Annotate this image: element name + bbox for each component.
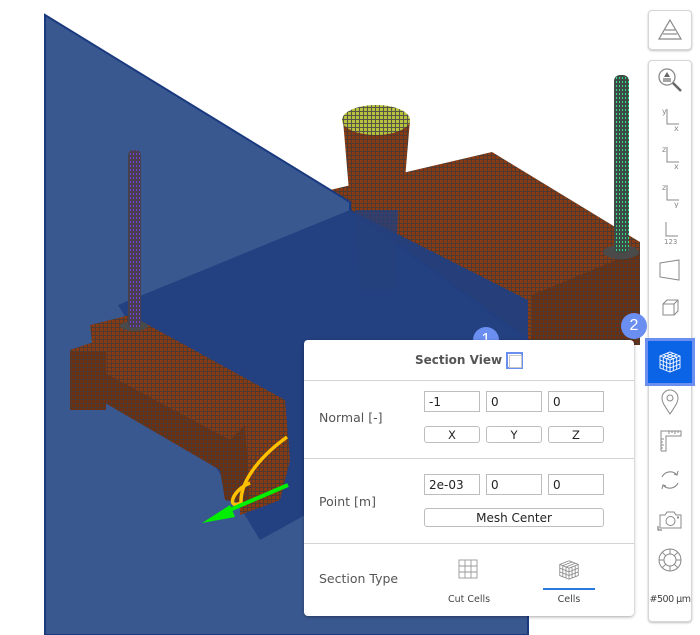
selected-underline bbox=[543, 588, 595, 590]
zoom-fit-button[interactable] bbox=[649, 61, 691, 99]
panel-title: Section View bbox=[414, 353, 503, 367]
divider bbox=[304, 380, 634, 381]
cube-cells-icon bbox=[559, 560, 579, 580]
view-toolbar: y x z x z y 123 #500 µm bbox=[645, 60, 695, 622]
normal-label: Normal [-] bbox=[319, 410, 383, 425]
svg-text:x: x bbox=[674, 162, 679, 170]
map-pin-icon bbox=[661, 389, 679, 415]
callout-badge-2: 2 bbox=[621, 313, 647, 339]
cells-label: Cells bbox=[557, 594, 581, 605]
rotate-icon bbox=[661, 470, 679, 490]
point-z-input[interactable] bbox=[548, 474, 604, 495]
section-view-checkbox[interactable] bbox=[506, 351, 524, 369]
ruler-icon bbox=[660, 430, 682, 452]
layers-icon bbox=[657, 18, 683, 40]
rotate-button[interactable] bbox=[649, 461, 691, 499]
view-xz-button[interactable]: z x bbox=[649, 137, 691, 175]
svg-text:123: 123 bbox=[664, 238, 677, 246]
view-xy-button[interactable]: y x bbox=[649, 99, 691, 137]
mesh-center-button[interactable]: Mesh Center bbox=[424, 508, 604, 527]
svg-text:y: y bbox=[674, 200, 679, 208]
section-type-cut-cells[interactable]: Cut Cells bbox=[429, 552, 509, 612]
svg-text:y: y bbox=[662, 107, 667, 116]
perspective-icon bbox=[659, 259, 680, 281]
svg-text:x: x bbox=[674, 124, 679, 132]
normal-y-input[interactable] bbox=[486, 391, 542, 412]
screenshot-button[interactable] bbox=[649, 501, 691, 539]
lifebuoy-icon bbox=[658, 548, 682, 572]
point-y-input[interactable] bbox=[486, 474, 542, 495]
orthographic-button[interactable] bbox=[649, 289, 691, 327]
svg-text:z: z bbox=[662, 183, 666, 192]
divider bbox=[304, 543, 634, 544]
lifebuoy-button[interactable] bbox=[649, 541, 691, 579]
panel-header: Section View bbox=[304, 340, 634, 380]
point-x-input[interactable] bbox=[424, 474, 480, 495]
section-type-cells[interactable]: Cells bbox=[529, 552, 609, 612]
grid-icon bbox=[458, 559, 478, 579]
axis-xy-icon: y x bbox=[662, 107, 679, 132]
axis-yz-icon: z y bbox=[662, 183, 679, 208]
section-view-button[interactable] bbox=[645, 338, 695, 386]
normal-y-button[interactable]: Y bbox=[486, 426, 542, 443]
layers-toolbar bbox=[648, 10, 692, 50]
axis-iso-icon: 123 bbox=[664, 222, 678, 246]
grid-scale-label: #500 µm bbox=[649, 594, 691, 605]
perspective-button[interactable] bbox=[649, 251, 691, 289]
section-view-panel: Section View Normal [-] X Y Z Point [m] … bbox=[304, 340, 634, 616]
axis-xz-icon: z x bbox=[662, 145, 679, 170]
section-type-label: Section Type bbox=[319, 571, 399, 586]
camera-icon bbox=[657, 511, 682, 531]
cone-ghost bbox=[355, 210, 398, 290]
layers-button[interactable] bbox=[649, 11, 691, 49]
normal-x-button[interactable]: X bbox=[424, 426, 480, 443]
normal-x-input[interactable] bbox=[424, 391, 480, 412]
divider bbox=[304, 458, 634, 459]
section-cube-icon bbox=[659, 351, 681, 373]
cube-icon bbox=[662, 299, 679, 316]
point-label: Point [m] bbox=[319, 494, 376, 509]
probe-button[interactable] bbox=[649, 383, 691, 421]
ruler-button[interactable] bbox=[649, 421, 691, 459]
normal-z-input[interactable] bbox=[548, 391, 604, 412]
svg-text:z: z bbox=[662, 145, 666, 154]
zoom-fit-icon bbox=[658, 68, 682, 92]
cut-cells-label: Cut Cells bbox=[447, 594, 491, 605]
view-iso-button[interactable]: 123 bbox=[649, 213, 691, 251]
view-yz-button[interactable]: z y bbox=[649, 175, 691, 213]
normal-z-button[interactable]: Z bbox=[548, 426, 604, 443]
